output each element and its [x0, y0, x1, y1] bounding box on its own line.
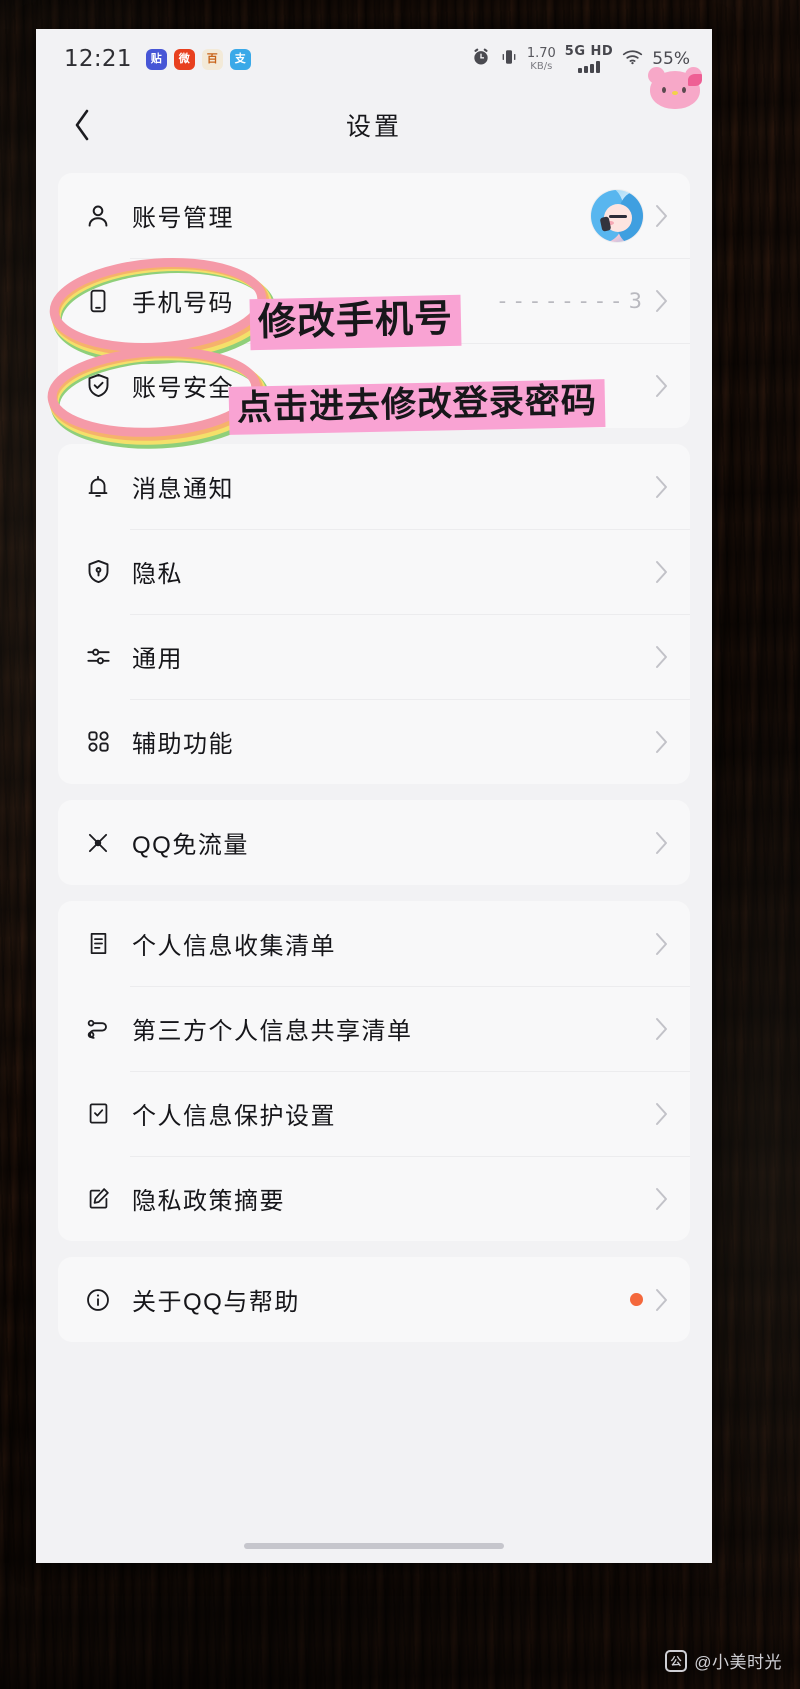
sidebar-item-general[interactable]: 通用: [58, 614, 690, 699]
network-speed: 1.70 KB/s: [527, 47, 556, 72]
signal-waves-icon: [78, 823, 118, 863]
sidebar-item-accessibility[interactable]: 辅助功能: [58, 699, 690, 784]
status-time: 12:21: [64, 46, 132, 72]
row-label: 个人信息收集清单: [132, 933, 336, 960]
sidebar-item-personal-info-collection-list[interactable]: 个人信息收集清单: [58, 901, 690, 986]
phone-icon: [78, 281, 118, 321]
status-app-icons: 贴 微 百 支: [145, 48, 251, 70]
info-circle-icon: [78, 1280, 118, 1320]
watermark-logo-icon: 公: [665, 1649, 688, 1672]
annotation-text-change-phone: 修改手机号: [249, 294, 462, 351]
avatar[interactable]: [591, 189, 643, 242]
watermark-text: @小美时光: [694, 1653, 782, 1672]
sidebar-item-privacy-policy-summary[interactable]: 隐私政策摘要: [58, 1156, 690, 1241]
row-label: 辅助功能: [132, 731, 234, 758]
alipay-icon: 支: [229, 48, 251, 70]
nav-bar: 设置: [36, 89, 712, 161]
bell-icon: [78, 467, 118, 507]
sidebar-item-qq-free-data[interactable]: QQ免流量: [58, 800, 690, 885]
checkbox-doc-icon: [78, 1094, 118, 1134]
sidebar-item-about-qq-and-help[interactable]: 关于QQ与帮助: [58, 1257, 690, 1342]
chevron-right-icon: [655, 1102, 668, 1126]
vibrate-icon: [500, 48, 518, 71]
row-label: 手机号码: [132, 290, 234, 317]
row-label: 账号安全: [132, 375, 234, 402]
sidebar-item-account-management[interactable]: 账号管理: [58, 173, 690, 258]
chevron-right-icon: [655, 932, 668, 956]
data-section: QQ免流量: [58, 800, 690, 885]
speed-value: 1.70: [526, 45, 556, 61]
chevron-right-icon: [655, 374, 668, 398]
document-icon: [78, 924, 118, 964]
person-icon: [78, 196, 118, 236]
row-label: QQ免流量: [132, 832, 249, 859]
grid-icon: [78, 722, 118, 762]
chevron-right-icon: [655, 475, 668, 499]
speed-unit: KB/s: [530, 60, 553, 72]
annotation-text-change-password: 点击进去修改登录密码: [228, 379, 606, 435]
baidu-icon: 百: [201, 48, 223, 70]
chevron-right-icon: [655, 831, 668, 855]
chevron-left-icon: [75, 109, 89, 141]
watermark: 公 @小美时光: [665, 1648, 782, 1673]
chevron-right-icon: [655, 730, 668, 754]
chevron-right-icon: [655, 560, 668, 584]
row-label: 关于QQ与帮助: [132, 1289, 300, 1316]
row-label: 隐私: [132, 561, 183, 588]
sidebar-item-personal-info-protection-settings[interactable]: 个人信息保护设置: [58, 1071, 690, 1156]
sliders-icon: [78, 637, 118, 677]
sidebar-item-privacy[interactable]: 隐私: [58, 529, 690, 614]
home-indicator: [244, 1543, 504, 1549]
phone-number-value: - - - - - - - - 3: [498, 288, 643, 313]
network-type-label: 5G HD: [564, 44, 614, 59]
network-type-indicator: 5G HD: [565, 45, 613, 73]
about-section: 关于QQ与帮助: [58, 1257, 690, 1342]
row-label: 账号管理: [132, 205, 234, 232]
tieba-icon: 贴: [145, 48, 167, 70]
signal-bars-icon: [577, 61, 600, 73]
row-label: 隐私政策摘要: [132, 1188, 285, 1215]
row-label: 第三方个人信息共享清单: [132, 1018, 413, 1045]
share-nodes-icon: [78, 1009, 118, 1049]
weibo-icon: 微: [173, 48, 195, 70]
sidebar-item-notifications[interactable]: 消息通知: [58, 444, 690, 529]
preferences-section: 消息通知 隐私 通用 辅助功能: [58, 444, 690, 784]
wifi-icon: [622, 49, 643, 70]
privacy-docs-section: 个人信息收集清单 第三方个人信息共享清单 个人信息保护设置 隐私政策摘要: [58, 901, 690, 1241]
chevron-right-icon: [655, 1017, 668, 1041]
chevron-right-icon: [655, 204, 668, 228]
phone-screen: 12:21 贴 微 百 支 1.70 KB/s 5G HD 55% 设置 账号管…: [36, 29, 712, 1563]
row-label: 个人信息保护设置: [132, 1103, 336, 1130]
edit-square-icon: [78, 1179, 118, 1219]
shield-lock-icon: [78, 552, 118, 592]
status-bar: 12:21 贴 微 百 支 1.70 KB/s 5G HD 55%: [36, 29, 712, 109]
row-label: 通用: [132, 646, 183, 673]
chevron-right-icon: [655, 1187, 668, 1211]
page-title: 设置: [345, 113, 402, 141]
alarm-icon: [471, 47, 491, 72]
row-label: 消息通知: [132, 476, 234, 503]
chevron-right-icon: [655, 289, 668, 313]
sidebar-item-third-party-sharing-list[interactable]: 第三方个人信息共享清单: [58, 986, 690, 1071]
chevron-right-icon: [655, 1288, 668, 1312]
chevron-right-icon: [655, 645, 668, 669]
back-button[interactable]: [60, 103, 104, 147]
shield-check-icon: [78, 366, 118, 406]
status-badge: [630, 1293, 643, 1306]
